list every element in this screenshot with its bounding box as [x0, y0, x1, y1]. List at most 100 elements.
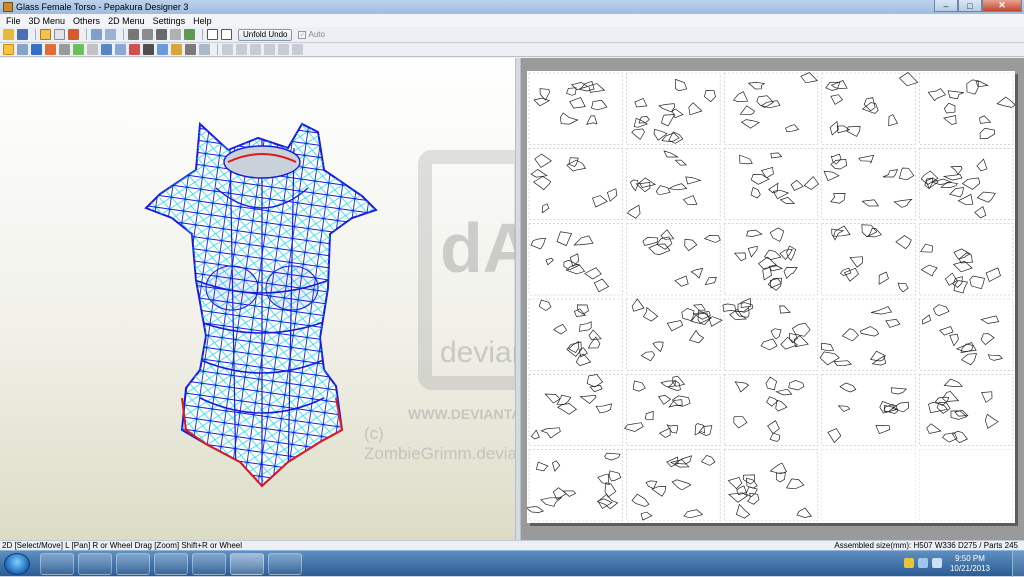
unfold-part[interactable] [820, 342, 835, 352]
unfold-part[interactable] [920, 170, 939, 186]
2d-view[interactable] [521, 58, 1024, 540]
unfold-part[interactable] [790, 179, 804, 191]
unfold-part[interactable] [631, 493, 650, 507]
unfold-icon[interactable] [40, 29, 51, 40]
unfold-part[interactable] [684, 238, 698, 252]
unfold-part[interactable] [530, 429, 540, 440]
unfold-part[interactable] [541, 203, 550, 214]
unfold-part[interactable] [660, 229, 675, 240]
unfold-part[interactable] [535, 461, 549, 472]
unfold-part[interactable] [634, 97, 648, 108]
unfold-part[interactable] [597, 498, 613, 509]
flag-icon[interactable] [904, 558, 914, 568]
unfold-part[interactable] [692, 304, 706, 311]
unfold-part[interactable] [985, 267, 1001, 282]
cut-icon[interactable] [45, 44, 56, 55]
unfold-part[interactable] [949, 187, 965, 198]
open-icon[interactable] [3, 29, 14, 40]
unfold-part[interactable] [645, 480, 658, 490]
unfold-part[interactable] [538, 299, 552, 311]
unfold-part[interactable] [685, 176, 702, 185]
unfold-part[interactable] [779, 305, 791, 314]
unfold-part[interactable] [640, 511, 653, 521]
unfold-part[interactable] [831, 228, 845, 241]
unfold-part[interactable] [671, 395, 691, 407]
unfold-part[interactable] [769, 462, 787, 475]
leaf-app-icon[interactable] [116, 553, 150, 575]
unfold-part[interactable] [644, 410, 654, 421]
unfold-part[interactable] [658, 427, 671, 438]
unfold-part[interactable] [767, 420, 780, 435]
unfold-part[interactable] [981, 391, 993, 403]
grid-icon[interactable] [31, 44, 42, 55]
unfold-part[interactable] [947, 90, 965, 100]
align-right-icon[interactable] [250, 44, 261, 55]
unfold-part[interactable] [532, 176, 552, 191]
unfold-part[interactable] [747, 82, 766, 90]
unfold-part[interactable] [540, 427, 561, 439]
unfold-part[interactable] [841, 328, 859, 342]
unfold-part[interactable] [786, 245, 797, 262]
unfold-part[interactable] [700, 454, 716, 466]
unfold-part[interactable] [839, 382, 857, 393]
unfold-part[interactable] [631, 298, 645, 312]
menu-settings[interactable]: Settings [149, 16, 190, 26]
unfold-part[interactable] [833, 360, 852, 367]
unfold-part[interactable] [830, 193, 846, 204]
unfold-part[interactable] [734, 381, 750, 393]
unfold-part[interactable] [586, 115, 598, 125]
unfold-part[interactable] [783, 267, 798, 280]
unfold-part[interactable] [653, 128, 668, 141]
unfold-part[interactable] [556, 403, 578, 415]
unfold-part[interactable] [661, 114, 676, 127]
window-3d-icon[interactable] [207, 29, 218, 40]
unfold-part[interactable] [604, 482, 617, 498]
unfold-part[interactable] [785, 478, 805, 490]
unfold-part[interactable] [920, 264, 938, 277]
unfold-part[interactable] [895, 235, 912, 250]
unfold-part[interactable] [885, 319, 901, 328]
unfold-part[interactable] [688, 102, 703, 116]
unfold-part[interactable] [704, 277, 717, 285]
menu-others[interactable]: Others [69, 16, 104, 26]
unfold-part[interactable] [608, 470, 622, 482]
clock[interactable]: 9:50 PM 10/21/2013 [950, 554, 990, 574]
unfold-part[interactable] [740, 119, 761, 129]
menu-3d[interactable]: 3D Menu [25, 16, 70, 26]
unfold-part[interactable] [770, 152, 783, 159]
zoom-icon[interactable] [199, 44, 210, 55]
text-tool-icon[interactable] [87, 44, 98, 55]
unfold-part[interactable] [545, 257, 554, 266]
unfold-part[interactable] [943, 102, 956, 114]
unfold-part[interactable] [584, 267, 602, 280]
flap-tool-icon[interactable] [156, 29, 167, 40]
unfold-part[interactable] [640, 351, 656, 362]
unfold-part[interactable] [975, 81, 989, 88]
menu-help[interactable]: Help [189, 16, 216, 26]
unfold-part[interactable] [631, 128, 645, 141]
unfold-part[interactable] [976, 158, 988, 172]
show-desktop-button[interactable] [1012, 551, 1024, 577]
unfold-part[interactable] [750, 174, 770, 185]
unfold-part[interactable] [671, 479, 692, 491]
align-top-icon[interactable] [264, 44, 275, 55]
unfold-part[interactable] [932, 304, 950, 317]
unfold-part[interactable] [553, 323, 568, 335]
unfold-part[interactable] [969, 275, 985, 290]
unfold-part[interactable] [579, 395, 597, 404]
unfold-part[interactable] [943, 115, 957, 125]
unfold-part[interactable] [837, 405, 851, 412]
unfold-part[interactable] [878, 271, 889, 285]
rotate-icon[interactable] [91, 29, 102, 40]
unfold-part[interactable] [560, 112, 579, 125]
align-center-icon[interactable] [236, 44, 247, 55]
unfold-part[interactable] [694, 423, 706, 436]
unfold-part[interactable] [568, 157, 579, 167]
unfold-part[interactable] [861, 199, 880, 207]
line-icon[interactable] [143, 44, 154, 55]
unfold-part[interactable] [530, 168, 548, 178]
unfold-part[interactable] [525, 506, 545, 513]
unfold-part[interactable] [745, 486, 758, 498]
unfold-part[interactable] [779, 196, 796, 204]
unfold-part[interactable] [939, 326, 954, 336]
